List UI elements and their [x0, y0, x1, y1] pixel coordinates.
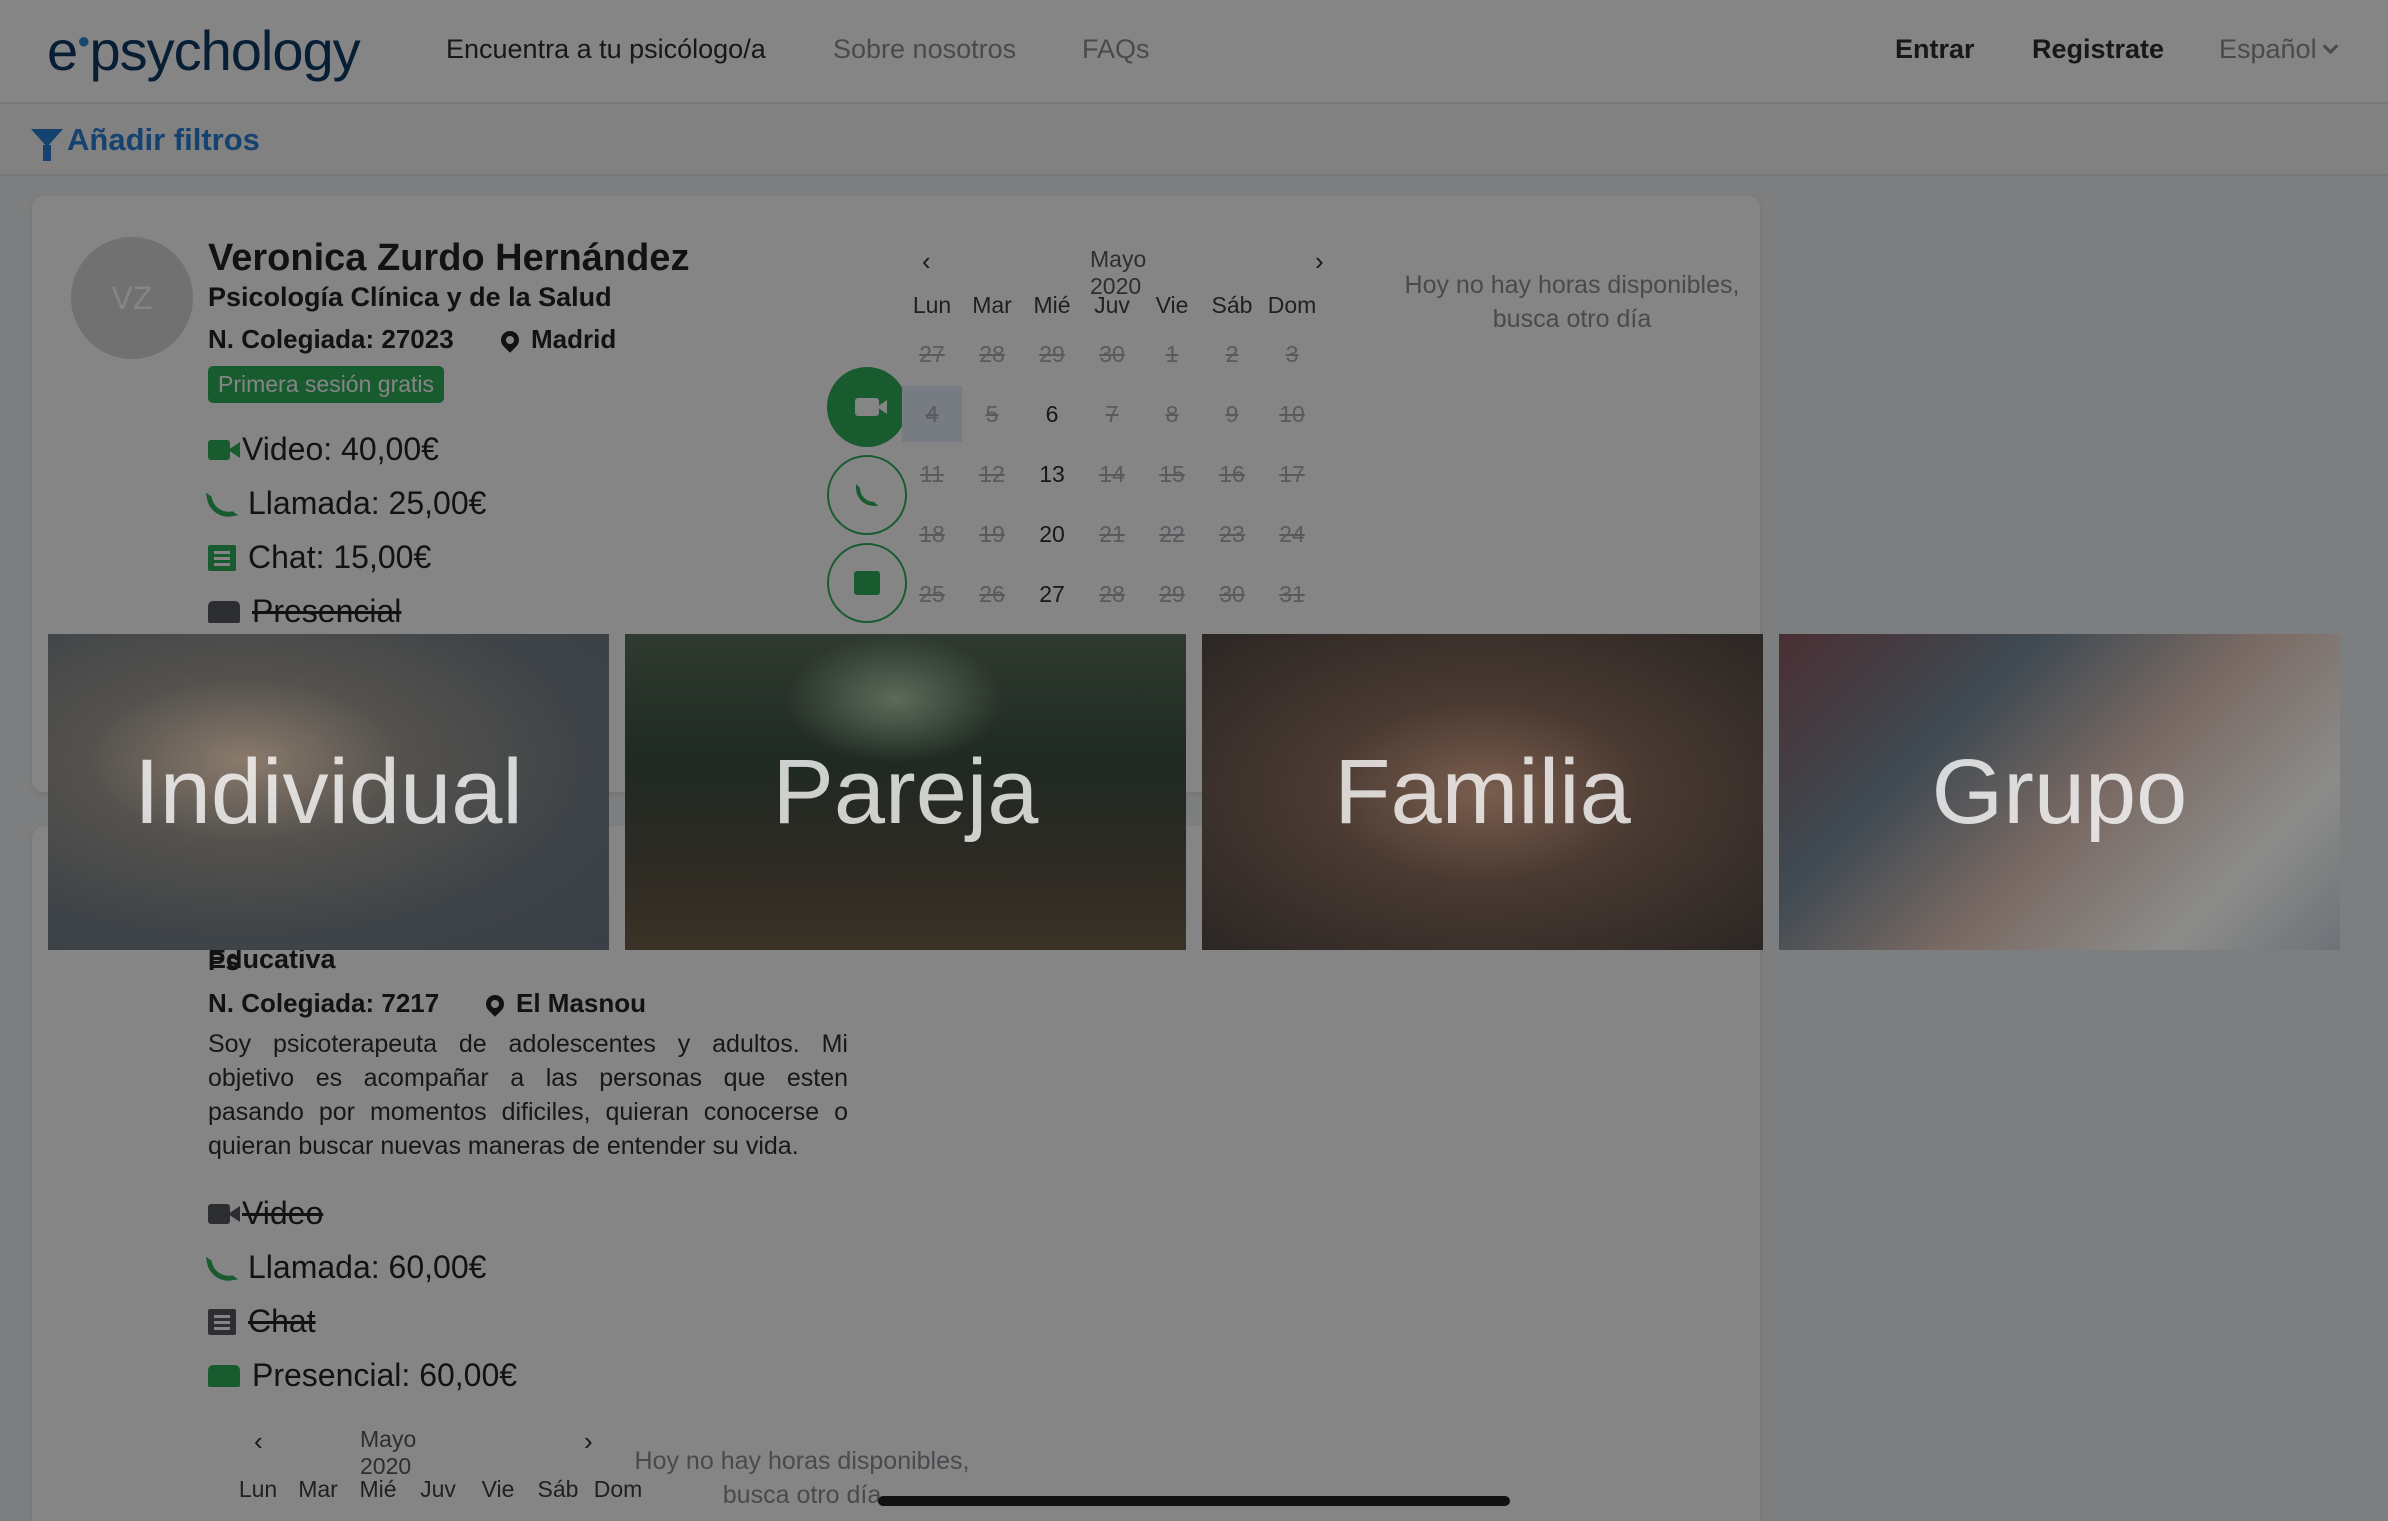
tile-label: Familia	[1334, 740, 1631, 843]
tile-label: Grupo	[1931, 740, 2188, 843]
therapy-type-family[interactable]: Familia	[1202, 634, 1763, 950]
tile-label: Individual	[134, 740, 523, 843]
therapy-type-individual[interactable]: Individual	[48, 634, 609, 950]
therapy-type-group[interactable]: Grupo	[1779, 634, 2340, 950]
tile-label: Pareja	[772, 740, 1039, 843]
home-indicator	[878, 1496, 1510, 1506]
therapy-type-couple[interactable]: Pareja	[625, 634, 1186, 950]
